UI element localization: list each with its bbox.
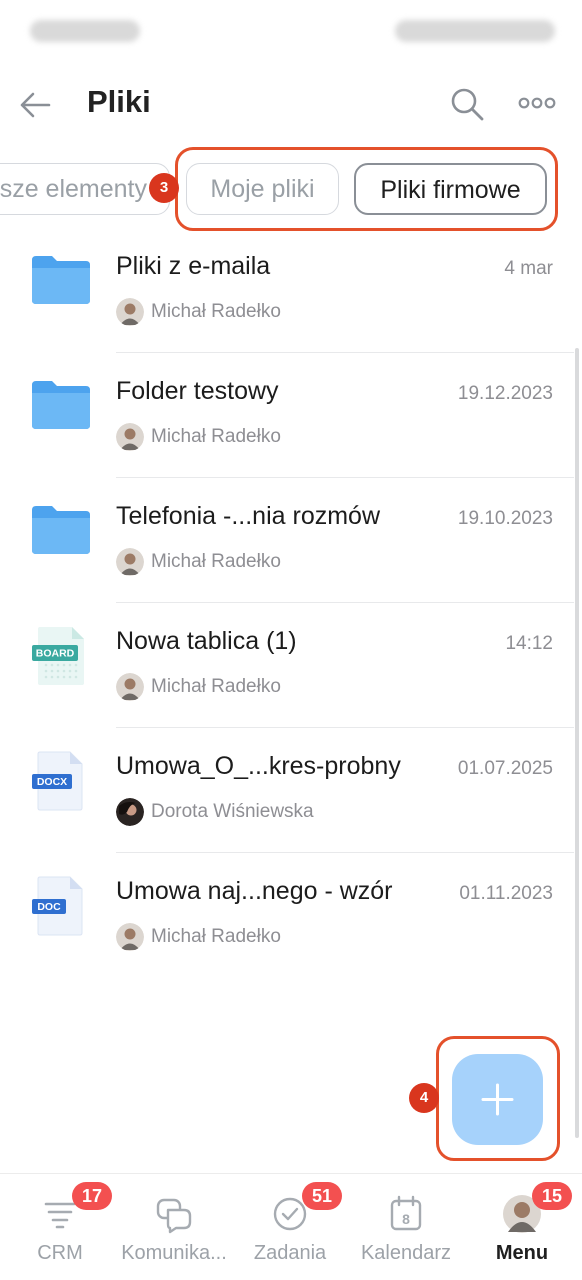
annotation-highlight-filters (175, 147, 558, 231)
file-name: Telefonia -...nia rozmów (116, 502, 381, 530)
board-file-icon: BOARD (32, 627, 84, 685)
file-author: Dorota Wiśniewska (151, 801, 314, 822)
docx-file-badge: DOCX (37, 776, 67, 788)
file-name: Pliki z e-maila (116, 252, 271, 280)
annotation-badge-4: 4 (409, 1083, 439, 1113)
file-name: Umowa_O_...kres-probny (116, 752, 401, 780)
page-title: Pliki (87, 84, 151, 119)
avatar (116, 923, 144, 951)
folder-icon (32, 506, 90, 554)
nav-label-crm: CRM (37, 1242, 83, 1264)
search-icon[interactable] (449, 86, 485, 122)
file-name: Nowa tablica (1) (116, 627, 297, 655)
list-item[interactable]: DOCX Umowa_O_...kres-probny 01.07.2025 D… (0, 728, 582, 853)
nav-badge-crm: 17 (72, 1182, 112, 1210)
file-name: Umowa naj...nego - wzór (116, 877, 393, 905)
folder-icon (32, 381, 90, 429)
list-item[interactable]: BOARD Nowa tablica (1) 14:12 Michał Rade… (0, 603, 582, 728)
calendar-icon: 8 (390, 1195, 422, 1231)
app-header: Pliki (0, 70, 582, 140)
nav-item-messages[interactable]: Komunika... (115, 1174, 233, 1280)
annotation-highlight-fab (436, 1036, 560, 1161)
file-author: Michał Radełko (151, 551, 281, 572)
status-bar (0, 0, 582, 60)
calendar-day: 8 (402, 1211, 410, 1227)
status-time-blurred (30, 20, 140, 42)
avatar (116, 798, 144, 826)
status-icons-blurred (395, 20, 555, 42)
avatar (116, 673, 144, 701)
doc-file-badge: DOC (37, 901, 61, 913)
file-date: 01.07.2025 (457, 758, 553, 779)
folder-icon (32, 256, 90, 304)
file-author: Michał Radełko (151, 926, 281, 947)
bottom-nav: 17 CRM Komunika... 51 Zadania 8 Kalendar… (0, 1173, 582, 1280)
file-author: Michał Radełko (151, 426, 281, 447)
more-horizontal-icon[interactable] (518, 96, 556, 110)
nav-item-tasks[interactable]: 51 Zadania (240, 1174, 342, 1280)
chip-all-items[interactable]: sze elementy (0, 163, 170, 215)
file-author: Michał Radełko (151, 676, 281, 697)
list-item[interactable]: Folder testowy 19.12.2023 Michał Radełko (0, 353, 582, 478)
file-date: 01.11.2023 (459, 883, 553, 904)
file-name: Folder testowy (116, 377, 279, 405)
nav-label-messages: Komunika... (121, 1242, 227, 1264)
nav-label-tasks: Zadania (253, 1242, 327, 1264)
doc-file-icon: DOC (32, 876, 83, 936)
file-date: 14:12 (505, 633, 553, 654)
docx-file-icon: DOCX (32, 751, 83, 811)
list-item[interactable]: Telefonia -...nia rozmów 19.10.2023 Mich… (0, 478, 582, 603)
file-author: Michał Radełko (151, 301, 281, 322)
arrow-left-icon[interactable] (18, 88, 52, 122)
nav-badge-menu: 15 (532, 1182, 572, 1210)
nav-item-menu[interactable]: 15 Menu (472, 1174, 572, 1280)
avatar (116, 548, 144, 576)
avatar (116, 423, 144, 451)
nav-item-crm[interactable]: 17 CRM (10, 1174, 112, 1280)
annotation-badge-3: 3 (149, 173, 179, 203)
list-item[interactable]: Pliki z e-maila 4 mar Michał Radełko (0, 228, 582, 353)
file-date: 4 mar (504, 258, 553, 279)
list-item[interactable]: DOC Umowa naj...nego - wzór 01.11.2023 M… (0, 853, 582, 978)
avatar (116, 298, 144, 326)
nav-label-menu: Menu (495, 1242, 549, 1264)
nav-label-calendar: Kalendarz (360, 1242, 452, 1264)
nav-item-calendar[interactable]: 8 Kalendarz (352, 1174, 460, 1280)
file-date: 19.10.2023 (457, 508, 553, 529)
board-file-badge: BOARD (36, 648, 75, 660)
nav-badge-tasks: 51 (302, 1182, 342, 1210)
scrollbar[interactable] (575, 348, 579, 1138)
chat-bubbles-icon (156, 1198, 192, 1234)
file-date: 19.12.2023 (457, 383, 553, 404)
